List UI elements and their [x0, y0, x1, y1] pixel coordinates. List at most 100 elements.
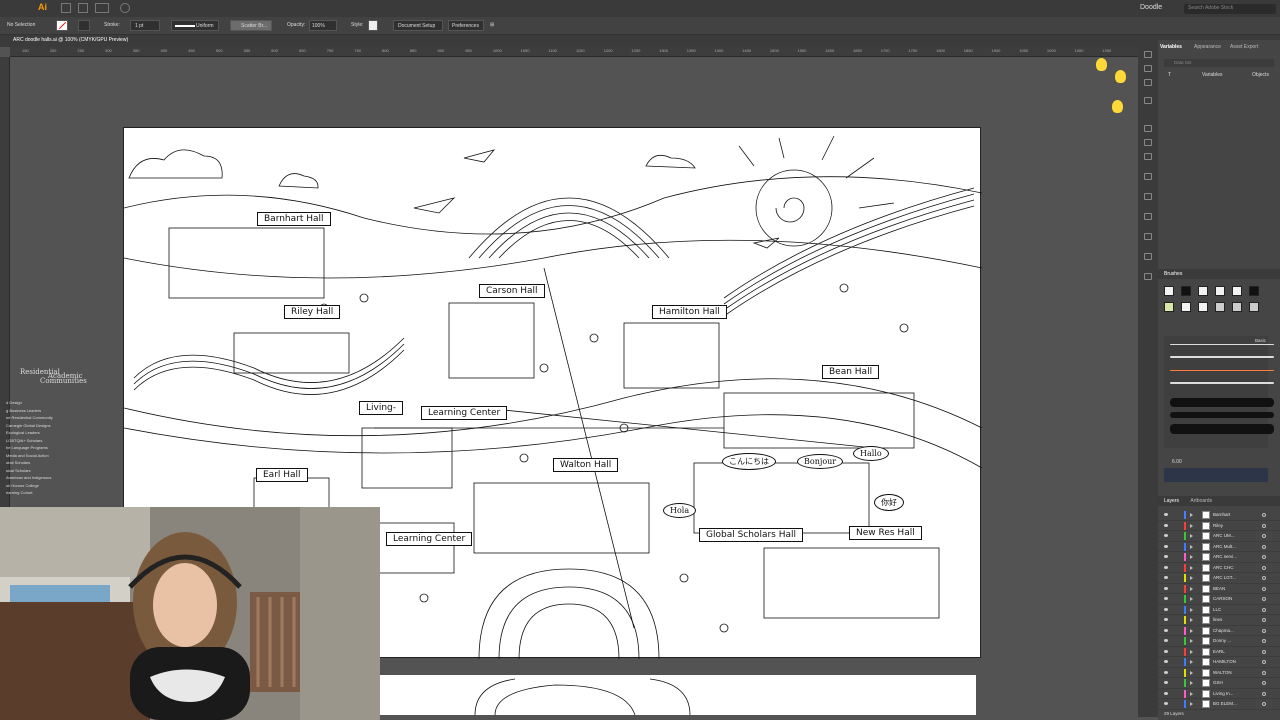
layer-name[interactable]: lines [1213, 617, 1222, 622]
data-set-field[interactable]: Data Set [1164, 59, 1274, 67]
expand-arrow-icon[interactable] [1190, 534, 1193, 538]
expand-arrow-icon[interactable] [1190, 649, 1193, 654]
brush-oval-horizontal[interactable] [1198, 302, 1208, 312]
visibility-eye-icon[interactable] [1164, 544, 1168, 548]
layer-row[interactable]: ARC UM... [1158, 531, 1280, 542]
layer-name[interactable]: ARC Mult... [1213, 544, 1236, 549]
layer-row[interactable]: WALTON [1158, 668, 1280, 678]
layer-row[interactable]: ARC Mult... [1158, 542, 1280, 552]
layer-target-icon[interactable] [1262, 702, 1266, 706]
layer-row[interactable]: HAMILTON [1158, 657, 1280, 668]
brush-stroke-pencil[interactable] [1170, 382, 1274, 384]
layer-row[interactable]: BG ELEM... [1158, 699, 1280, 710]
expand-arrow-icon[interactable] [1190, 513, 1193, 517]
brush-definition-dropdown[interactable]: Scatter Br... [230, 20, 272, 31]
expand-arrow-icon[interactable] [1190, 597, 1193, 601]
brush-dash[interactable] [1198, 286, 1208, 296]
layer-target-icon[interactable] [1262, 639, 1266, 643]
layer-row[interactable]: CARSON [1158, 594, 1280, 605]
layer-target-icon[interactable] [1262, 534, 1266, 538]
layer-name[interactable]: Living In... [1213, 691, 1234, 696]
brush-stroke-orange[interactable] [1170, 370, 1274, 371]
layer-name[interactable]: ARC CHC [1213, 565, 1234, 570]
symbols-panel-icon[interactable] [1144, 97, 1152, 104]
brush-scatter-leaf[interactable] [1164, 302, 1174, 312]
layer-target-icon[interactable] [1262, 523, 1266, 528]
graphic-style-swatch[interactable] [368, 20, 378, 31]
layer-target-icon[interactable] [1262, 555, 1266, 559]
brush-stroke-thin[interactable] [1170, 356, 1274, 358]
brush-dot-tiny[interactable] [1215, 286, 1225, 296]
layer-target-icon[interactable] [1262, 649, 1266, 654]
tab-appearance[interactable]: Appearance [1194, 44, 1221, 50]
layer-target-icon[interactable] [1262, 565, 1266, 570]
appearance-panel-icon[interactable] [1144, 65, 1152, 72]
expand-arrow-icon[interactable] [1190, 702, 1193, 706]
visibility-eye-icon[interactable] [1164, 618, 1168, 621]
properties-panel-icon[interactable] [1144, 213, 1152, 220]
brush-calligraphic-3[interactable] [1249, 302, 1259, 312]
actions-panel-icon[interactable] [1144, 193, 1152, 200]
layer-target-icon[interactable] [1262, 513, 1266, 517]
visibility-eye-icon[interactable] [1164, 534, 1168, 537]
expand-arrow-icon[interactable] [1190, 586, 1193, 591]
adobe-stock-search-input[interactable]: Search Adobe Stock [1184, 4, 1276, 14]
layer-row[interactable]: ARC CHC [1158, 563, 1280, 573]
visibility-eye-icon[interactable] [1164, 628, 1168, 632]
brush-calligraphic-1[interactable] [1215, 302, 1225, 312]
tab-layers[interactable]: Layers [1164, 498, 1179, 504]
stroke-swatch[interactable] [78, 20, 90, 31]
expand-arrow-icon[interactable] [1190, 555, 1193, 559]
layer-name[interactable]: LLC [1213, 607, 1221, 612]
layer-row[interactable]: lines [1158, 615, 1280, 626]
brush-swatch-grid[interactable] [1164, 284, 1268, 314]
visibility-eye-icon[interactable] [1164, 576, 1168, 579]
expand-arrow-icon[interactable] [1190, 565, 1193, 570]
workspace-switcher[interactable]: Doodle [1140, 4, 1162, 11]
preferences-button[interactable]: Preferences [448, 20, 484, 31]
visibility-eye-icon[interactable] [1164, 597, 1168, 600]
layer-row[interactable]: ARC LGT... [1158, 573, 1280, 584]
layer-name[interactable]: ARC UM... [1213, 533, 1235, 538]
brush-dot-medium[interactable] [1232, 286, 1242, 296]
swatches-panel-icon[interactable] [1144, 139, 1152, 146]
layer-target-icon[interactable] [1262, 544, 1266, 549]
layer-row[interactable]: ARC servi... [1158, 552, 1280, 563]
visibility-eye-icon[interactable] [1164, 702, 1168, 705]
graphic-styles-panel-icon[interactable] [1144, 153, 1152, 160]
layer-row[interactable]: BEAN [1158, 584, 1280, 594]
layer-target-icon[interactable] [1262, 607, 1266, 612]
layer-name[interactable]: Chapma... [1213, 628, 1234, 633]
layer-target-icon[interactable] [1262, 660, 1266, 664]
layer-name[interactable]: ARC servi... [1213, 554, 1237, 559]
visibility-eye-icon[interactable] [1164, 639, 1168, 642]
expand-arrow-icon[interactable] [1190, 691, 1193, 696]
visibility-eye-icon[interactable] [1164, 649, 1168, 653]
asset-export-panel-icon[interactable] [1144, 79, 1152, 86]
tab-artboards[interactable]: Artboards [1190, 498, 1212, 504]
opacity-field[interactable]: 100% [309, 20, 337, 31]
layer-name[interactable]: HAMILTON [1213, 659, 1236, 664]
layer-name[interactable]: BEAN [1213, 586, 1225, 591]
visibility-eye-icon[interactable] [1164, 555, 1168, 558]
layer-row[interactable]: Chapma... [1158, 626, 1280, 636]
layer-name[interactable]: Riley [1213, 523, 1223, 528]
expand-arrow-icon[interactable] [1190, 660, 1193, 664]
layer-target-icon[interactable] [1262, 618, 1266, 622]
links-panel-icon[interactable] [1144, 233, 1152, 240]
variables-panel-icon[interactable] [1144, 51, 1152, 58]
visibility-eye-icon[interactable] [1164, 565, 1168, 569]
expand-arrow-icon[interactable] [1190, 639, 1193, 643]
visibility-eye-icon[interactable] [1164, 691, 1168, 695]
stock-icon[interactable] [78, 3, 88, 13]
arrange-icon[interactable]: ⊞ [490, 22, 494, 28]
brush-stroke-ink-1[interactable] [1170, 398, 1274, 407]
visibility-eye-icon[interactable] [1164, 586, 1168, 590]
layer-row[interactable]: Riley [1158, 521, 1280, 531]
brush-dot-large[interactable] [1181, 286, 1191, 296]
artboard-2[interactable] [380, 675, 976, 715]
expand-arrow-icon[interactable] [1190, 618, 1193, 622]
brush-stroke-basic[interactable] [1170, 344, 1274, 345]
brush-stroke-ink-3[interactable] [1170, 424, 1274, 434]
layer-name[interactable]: Barnhart [1213, 512, 1230, 517]
